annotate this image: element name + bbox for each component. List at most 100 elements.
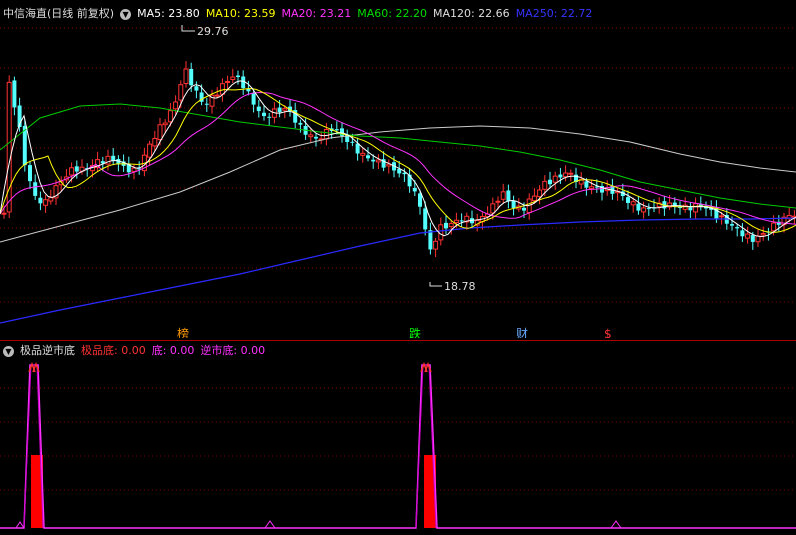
high-price-label: 29.76 [197,25,229,38]
candlestick[interactable] [225,80,231,83]
candlestick[interactable] [522,207,526,211]
candlestick[interactable] [204,103,209,105]
candlestick[interactable] [74,166,79,172]
candlestick[interactable] [412,187,417,192]
candlestick[interactable] [251,92,256,105]
indicator-name[interactable]: 极品逆市底 [20,344,75,357]
candlestick[interactable] [308,134,314,138]
candlestick[interactable] [43,199,49,206]
candlestick[interactable] [189,68,194,86]
candlestick[interactable] [500,191,506,200]
candlestick[interactable] [28,165,32,182]
candlestick[interactable] [360,152,366,156]
candlestick[interactable] [111,155,116,161]
event-marker-bang[interactable]: 榜 [177,326,189,338]
event-marker-dollar[interactable]: $ [604,327,612,338]
candlestick[interactable] [256,106,261,112]
candlestick[interactable] [131,167,137,172]
candlestick[interactable] [48,197,54,202]
candlestick[interactable] [735,227,740,229]
candlestick[interactable] [350,141,355,143]
candlestick[interactable] [630,201,636,206]
candlestick[interactable] [636,203,641,211]
candlestick[interactable] [230,76,236,80]
candlestick[interactable] [152,137,158,147]
candlestick[interactable] [267,116,272,118]
candlestick[interactable] [282,107,288,111]
candlestick[interactable] [194,86,199,91]
candlestick[interactable] [750,235,755,242]
candlestick[interactable] [418,193,422,207]
candlestick[interactable] [745,233,751,239]
candlestick[interactable] [552,175,558,183]
candlestick[interactable] [641,207,647,213]
candlestick[interactable] [375,159,381,163]
candlestick[interactable] [563,172,569,178]
candlestick[interactable] [755,235,761,243]
chevron-down-icon[interactable]: ▼ [3,345,14,357]
candlestick[interactable] [558,174,563,178]
candlestick[interactable] [323,129,329,140]
candlestick[interactable] [495,200,501,203]
candlestick[interactable] [506,190,511,202]
candlestick[interactable] [589,186,595,190]
candlestick[interactable] [771,222,777,232]
event-marker-cai[interactable]: 财 [516,327,528,338]
candlestick[interactable] [584,181,589,188]
candlestick[interactable] [334,129,339,131]
candlestick[interactable] [38,197,43,204]
candlestick[interactable] [444,222,448,229]
candlestick[interactable] [298,122,303,125]
candlestick[interactable] [69,167,75,176]
candlestick[interactable] [219,83,225,95]
candlestick[interactable] [167,110,173,123]
candlestick[interactable] [183,68,189,85]
candlestick[interactable] [355,143,360,154]
candlestick[interactable] [162,122,168,126]
candlestick[interactable] [173,101,179,110]
candlestick[interactable] [548,179,552,185]
indicator-item-jipindi: 极品底: 0.00 [81,344,146,357]
candlestick[interactable] [423,208,428,230]
candlestick[interactable] [157,124,163,141]
di-line [0,364,796,529]
candlestick[interactable] [688,207,693,211]
candlestick[interactable] [626,197,630,203]
candlestick[interactable] [12,80,17,108]
price-chart[interactable]: 29.76 18.78 榜 跌 财 $ [0,0,796,338]
ma60-line [0,103,796,209]
event-marker-die[interactable]: 跌 [409,326,421,338]
candlestick[interactable] [236,75,240,78]
small-triangle-icon [264,520,276,529]
candlestick[interactable] [511,200,516,209]
candlestick[interactable] [1,212,7,215]
candlestick[interactable] [719,215,725,218]
candlestick[interactable] [568,172,574,175]
low-pointer [429,282,442,287]
candlestick[interactable] [277,107,282,113]
candlestick[interactable] [366,155,370,159]
candlestick[interactable] [448,223,454,228]
candlestick[interactable] [147,143,153,158]
indicator-chart[interactable] [0,360,796,535]
candlestick[interactable] [760,233,766,236]
candlestick[interactable] [730,224,734,226]
candlestick[interactable] [459,220,464,222]
candlestick[interactable] [428,230,433,250]
candlestick[interactable] [262,112,266,117]
candlestick[interactable] [314,136,318,139]
candlestick[interactable] [33,182,38,196]
candlestick[interactable] [433,240,439,250]
candlestick[interactable] [178,84,184,101]
low-price-label: 18.78 [444,280,476,293]
candlestick[interactable] [693,203,699,213]
candlestick[interactable] [537,189,543,198]
candlestick[interactable] [453,219,459,224]
candlestick[interactable] [214,94,220,97]
candlestick[interactable] [646,208,651,210]
candlestick[interactable] [531,195,537,202]
candlestick[interactable] [542,180,548,190]
candlestick[interactable] [740,230,745,237]
candlestick[interactable] [490,203,496,214]
candlestick[interactable] [371,159,376,162]
